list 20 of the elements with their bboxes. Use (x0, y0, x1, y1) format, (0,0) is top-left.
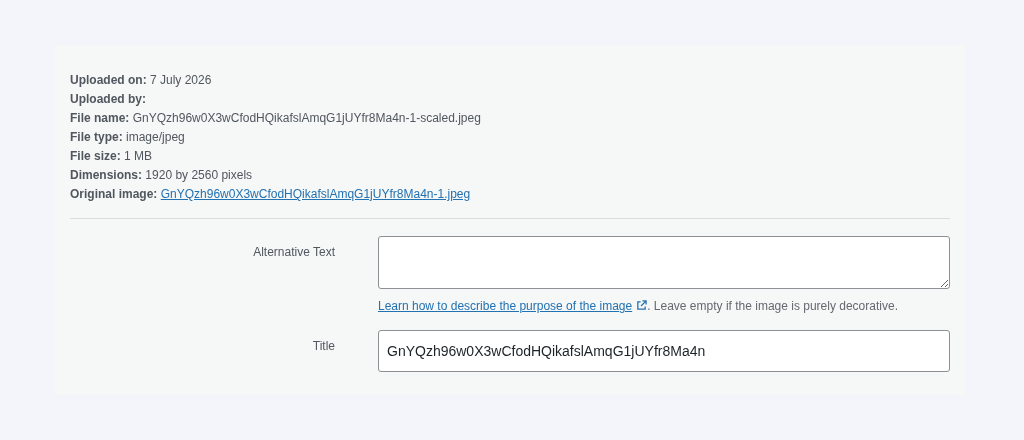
detail-label: File size: (70, 149, 121, 163)
detail-value: GnYQzh96w0X3wCfodHQikafslAmqG1jUYfr8Ma4n-1-scaled.jpeg (131, 111, 481, 125)
field-label: Title (312, 338, 335, 353)
detail-label: Uploaded on: (70, 73, 147, 87)
external-link-icon (636, 300, 648, 311)
alt-text-field[interactable] (378, 236, 950, 289)
detail-label: Original image: (70, 187, 158, 201)
field-label: Alternative Text (253, 244, 335, 259)
detail-value: 1920 by 2560 pixels (144, 168, 253, 182)
detail-label: Uploaded by: (70, 92, 146, 106)
detail-label: Dimensions: (70, 168, 142, 182)
detail-value: 7 July 2026 (149, 73, 212, 87)
detail-label: File name: (70, 111, 130, 125)
detail-value: 1 MB (123, 149, 153, 163)
original-image-link[interactable]: GnYQzh96w0X3wCfodHQikafslAmqG1jUYfr8Ma4n-1.jpeg (160, 187, 471, 201)
help-link[interactable]: Learn how to describe the purpose of the image (378, 299, 648, 313)
title-field[interactable]: GnYQzh96w0X3wCfodHQikafslAmqG1jUYfr8Ma4n (378, 330, 950, 372)
detail-label: File type: (70, 130, 123, 144)
help-text: Learn how to describe the purpose of the image . Leave empty if the image is purely decorative. (378, 298, 899, 315)
detail-value: image/jpeg (125, 130, 185, 144)
